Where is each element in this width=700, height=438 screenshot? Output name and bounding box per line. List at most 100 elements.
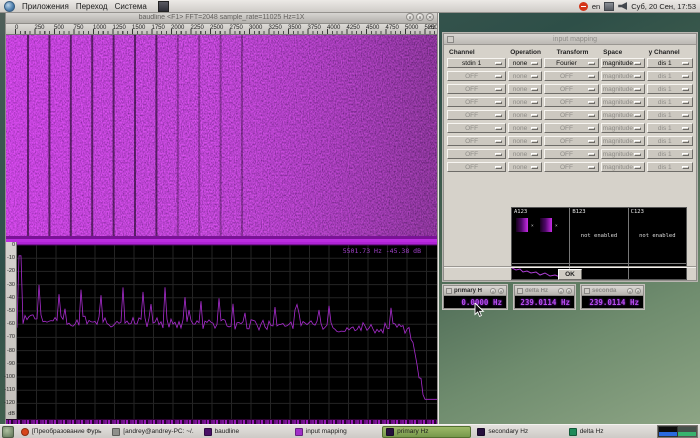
dropdown-space[interactable]: magnitude [601, 71, 644, 81]
close-button[interactable]: ✕ [426, 13, 434, 21]
system-tray: en Суб, 20 Сен, 17:53 [579, 2, 696, 11]
dropdown-operation[interactable]: none [508, 123, 542, 133]
dropdown-channel[interactable]: OFF [447, 136, 506, 146]
dropdown-transform[interactable]: OFF [544, 162, 599, 172]
ruler-tick-label: 3250 [269, 25, 282, 31]
dropdown-handle-icon [495, 88, 502, 91]
dropdown-transform[interactable]: OFF [544, 84, 599, 94]
spectrogram-display[interactable] [6, 35, 437, 242]
dropdown-space[interactable]: magnitude [601, 97, 644, 107]
menu-places[interactable]: Переход [76, 2, 108, 11]
dropdown-y-channel[interactable]: dis 1 [647, 97, 693, 107]
close-button[interactable]: ✕ [498, 288, 504, 294]
keyboard-layout-indicator[interactable]: en [592, 2, 600, 11]
dialog-titlebar[interactable]: input mapping [444, 34, 696, 45]
dropdown-channel[interactable]: OFF [447, 149, 506, 159]
maximize-button[interactable]: ∧ [416, 13, 424, 21]
frequency-ruler[interactable]: 0250500750100012501500175020002250250027… [6, 24, 437, 35]
dropdown-y-channel[interactable]: dis 1 [647, 110, 693, 120]
taskbar-item[interactable]: [andrey@andrey-PC: ~/... [108, 426, 197, 438]
volume-icon[interactable] [618, 2, 627, 10]
dropdown-operation[interactable]: none [508, 110, 542, 120]
shade-button[interactable]: ∨ [490, 288, 496, 294]
taskbar-item-label: delta Hz [580, 428, 604, 435]
dropdown-y-channel[interactable]: dis 1 [647, 162, 693, 172]
window-menu-icon[interactable] [446, 288, 452, 294]
dropdown-space[interactable]: magnitude [601, 136, 644, 146]
dropdown-space[interactable]: magnitude [601, 123, 644, 133]
taskbar-item[interactable]: baudline [200, 426, 289, 438]
dropdown-space[interactable]: magnitude [601, 58, 644, 68]
dropdown-transform[interactable]: OFF [544, 136, 599, 146]
dropdown-value: OFF [545, 99, 588, 106]
input-method-icon[interactable] [604, 2, 614, 11]
dropdown-space[interactable]: magnitude [601, 84, 644, 94]
workspace-2[interactable] [678, 427, 696, 436]
workspace-1[interactable] [659, 427, 677, 436]
taskbar-item[interactable]: input mapping [291, 426, 380, 438]
taskbar-item[interactable]: primary Hz [382, 426, 471, 438]
dropdown-y-channel[interactable]: dis 1 [647, 136, 693, 146]
window-menu-icon[interactable] [584, 288, 590, 294]
dropdown-channel[interactable]: OFF [447, 110, 506, 120]
dropdown-y-channel[interactable]: dis 1 [647, 58, 693, 68]
dropdown-space[interactable]: magnitude [601, 110, 644, 120]
dropdown-y-channel[interactable]: dis 1 [647, 123, 693, 133]
clock[interactable]: Суб, 20 Сен, 17:53 [631, 2, 696, 11]
secondary-hz-icon [477, 428, 485, 436]
window-menu-icon[interactable] [447, 36, 454, 43]
dropdown-space[interactable]: magnitude [601, 162, 644, 172]
dropdown-channel[interactable]: OFF [447, 162, 506, 172]
dropdown-channel[interactable]: stdin 1 [447, 58, 506, 68]
dropdown-operation[interactable]: none [508, 71, 542, 81]
dropdown-transform[interactable]: OFF [544, 71, 599, 81]
taskbar-item[interactable]: delta Hz [565, 426, 654, 438]
dropdown-transform[interactable]: OFF [544, 110, 599, 120]
shade-button[interactable]: ∨ [406, 13, 414, 21]
dropdown-operation[interactable]: none [508, 149, 542, 159]
close-button[interactable]: ✕ [635, 288, 641, 294]
dropdown-y-channel[interactable]: dis 1 [647, 149, 693, 159]
dropdown-transform[interactable]: OFF [544, 123, 599, 133]
dropdown-value: OFF [545, 86, 588, 93]
readout-titlebar[interactable]: primary H∨✕ [444, 286, 506, 296]
close-button[interactable]: ✕ [566, 288, 572, 294]
dropdown-transform[interactable]: OFF [544, 97, 599, 107]
dropdown-handle-icon [634, 114, 641, 117]
dropdown-channel[interactable]: OFF [447, 123, 506, 133]
dropdown-channel[interactable]: OFF [447, 97, 506, 107]
shade-button[interactable]: ∨ [558, 288, 564, 294]
dropdown-space[interactable]: magnitude [601, 149, 644, 159]
dropdown-operation[interactable]: none [508, 162, 542, 172]
ok-button[interactable]: OK [558, 269, 582, 280]
spectrum-display[interactable]: 5501.73 Hz -45.38 dB [17, 242, 437, 419]
dropdown-channel[interactable]: OFF [447, 71, 506, 81]
show-desktop-icon[interactable] [2, 426, 14, 438]
dropdown-operation[interactable]: none [508, 58, 542, 68]
update-notifier-icon[interactable] [579, 2, 588, 11]
dropdown-value: magnitude [602, 125, 633, 132]
taskbar-item[interactable]: secondary Hz [473, 426, 562, 438]
workspace-switcher[interactable] [657, 425, 698, 438]
dropdown-y-channel[interactable]: dis 1 [647, 84, 693, 94]
window-menu-icon[interactable] [517, 288, 523, 294]
dropdown-channel[interactable]: OFF [447, 84, 506, 94]
dropdown-transform[interactable]: Fourier [544, 58, 599, 68]
menu-applications[interactable]: Приложения [22, 2, 69, 11]
dropdown-operation[interactable]: none [508, 97, 542, 107]
dropdown-transform[interactable]: OFF [544, 149, 599, 159]
dropdown-value: OFF [448, 164, 495, 171]
shade-button[interactable]: ∨ [627, 288, 633, 294]
dialog-body: Channel Operation Transform Space y Chan… [444, 45, 696, 281]
taskbar-item[interactable]: [Преобразование Фурь... [17, 426, 106, 438]
applications-logo-icon[interactable] [4, 1, 15, 12]
dropdown-operation[interactable]: none [508, 84, 542, 94]
ruler-tick-label: 2750 [230, 25, 243, 31]
readout-titlebar[interactable]: delta Hz∨✕ [515, 286, 574, 296]
menu-system[interactable]: Система [115, 2, 147, 11]
dropdown-handle-icon [682, 101, 689, 104]
readout-titlebar[interactable]: seconda∨✕ [582, 286, 643, 296]
dropdown-operation[interactable]: none [508, 136, 542, 146]
panel-applet-icon[interactable] [158, 1, 169, 12]
dropdown-y-channel[interactable]: dis 1 [647, 71, 693, 81]
